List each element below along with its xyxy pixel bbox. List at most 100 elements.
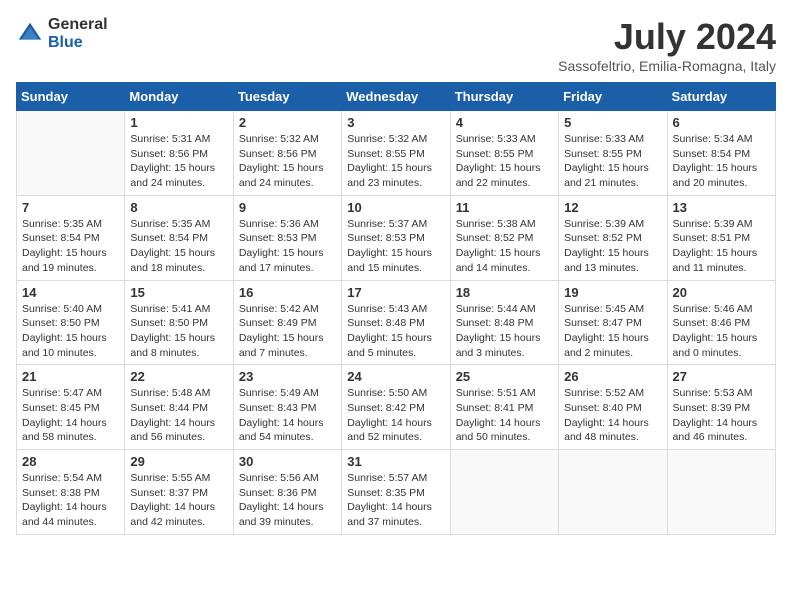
day-number: 10 bbox=[347, 200, 444, 215]
calendar-cell: 23 Sunrise: 5:49 AM Sunset: 8:43 PM Dayli… bbox=[233, 365, 341, 450]
calendar-week-row: 1 Sunrise: 5:31 AM Sunset: 8:56 PM Daylig… bbox=[17, 111, 776, 196]
day-info: Sunrise: 5:36 AM Sunset: 8:53 PM Dayligh… bbox=[239, 217, 336, 276]
day-number: 21 bbox=[22, 369, 119, 384]
calendar-cell: 25 Sunrise: 5:51 AM Sunset: 8:41 PM Dayli… bbox=[450, 365, 558, 450]
day-info: Sunrise: 5:38 AM Sunset: 8:52 PM Dayligh… bbox=[456, 217, 553, 276]
main-title: July 2024 bbox=[558, 16, 776, 58]
day-info: Sunrise: 5:46 AM Sunset: 8:46 PM Dayligh… bbox=[673, 302, 770, 361]
day-number: 24 bbox=[347, 369, 444, 384]
day-info: Sunrise: 5:41 AM Sunset: 8:50 PM Dayligh… bbox=[130, 302, 227, 361]
day-number: 25 bbox=[456, 369, 553, 384]
day-number: 6 bbox=[673, 115, 770, 130]
calendar-cell: 13Sunrise: 5:39 AM Sunset: 8:51 PM Dayli… bbox=[667, 195, 775, 280]
calendar-table: SundayMondayTuesdayWednesdayThursdayFrid… bbox=[16, 82, 776, 535]
calendar-cell: 20Sunrise: 5:46 AM Sunset: 8:46 PM Dayli… bbox=[667, 280, 775, 365]
day-info: Sunrise: 5:39 AM Sunset: 8:52 PM Dayligh… bbox=[564, 217, 661, 276]
calendar-cell: 19 Sunrise: 5:45 AM Sunset: 8:47 PM Dayli… bbox=[559, 280, 667, 365]
day-number: 18 bbox=[456, 285, 553, 300]
day-info: Sunrise: 5:50 AM Sunset: 8:42 PM Dayligh… bbox=[347, 386, 444, 445]
day-number: 23 bbox=[239, 369, 336, 384]
day-info: Sunrise: 5:33 AM Sunset: 8:55 PM Dayligh… bbox=[564, 132, 661, 191]
day-number: 8 bbox=[130, 200, 227, 215]
calendar-cell: 22Sunrise: 5:48 AM Sunset: 8:44 PM Dayli… bbox=[125, 365, 233, 450]
day-info: Sunrise: 5:45 AM Sunset: 8:47 PM Dayligh… bbox=[564, 302, 661, 361]
subtitle: Sassofeltrio, Emilia-Romagna, Italy bbox=[558, 58, 776, 74]
day-info: Sunrise: 5:57 AM Sunset: 8:35 PM Dayligh… bbox=[347, 471, 444, 530]
day-info: Sunrise: 5:48 AM Sunset: 8:44 PM Dayligh… bbox=[130, 386, 227, 445]
calendar-cell: 1 Sunrise: 5:31 AM Sunset: 8:56 PM Daylig… bbox=[125, 111, 233, 196]
day-info: Sunrise: 5:35 AM Sunset: 8:54 PM Dayligh… bbox=[22, 217, 119, 276]
day-info: Sunrise: 5:34 AM Sunset: 8:54 PM Dayligh… bbox=[673, 132, 770, 191]
day-number: 15 bbox=[130, 285, 227, 300]
day-info: Sunrise: 5:40 AM Sunset: 8:50 PM Dayligh… bbox=[22, 302, 119, 361]
calendar-cell: 8Sunrise: 5:35 AM Sunset: 8:54 PM Daylig… bbox=[125, 195, 233, 280]
day-info: Sunrise: 5:33 AM Sunset: 8:55 PM Dayligh… bbox=[456, 132, 553, 191]
calendar-cell: 7 Sunrise: 5:35 AM Sunset: 8:54 PM Daylig… bbox=[17, 195, 125, 280]
day-info: Sunrise: 5:44 AM Sunset: 8:48 PM Dayligh… bbox=[456, 302, 553, 361]
day-info: Sunrise: 5:49 AM Sunset: 8:43 PM Dayligh… bbox=[239, 386, 336, 445]
day-header-wednesday: Wednesday bbox=[342, 83, 450, 111]
day-info: Sunrise: 5:51 AM Sunset: 8:41 PM Dayligh… bbox=[456, 386, 553, 445]
day-header-tuesday: Tuesday bbox=[233, 83, 341, 111]
calendar-cell: 21 Sunrise: 5:47 AM Sunset: 8:45 PM Dayli… bbox=[17, 365, 125, 450]
day-info: Sunrise: 5:53 AM Sunset: 8:39 PM Dayligh… bbox=[673, 386, 770, 445]
calendar-cell: 15 Sunrise: 5:41 AM Sunset: 8:50 PM Dayli… bbox=[125, 280, 233, 365]
day-number: 30 bbox=[239, 454, 336, 469]
calendar-cell: 3 Sunrise: 5:32 AM Sunset: 8:55 PM Daylig… bbox=[342, 111, 450, 196]
day-info: Sunrise: 5:32 AM Sunset: 8:55 PM Dayligh… bbox=[347, 132, 444, 191]
day-header-monday: Monday bbox=[125, 83, 233, 111]
calendar-cell: 30 Sunrise: 5:56 AM Sunset: 8:36 PM Dayli… bbox=[233, 450, 341, 535]
day-info: Sunrise: 5:43 AM Sunset: 8:48 PM Dayligh… bbox=[347, 302, 444, 361]
calendar-cell: 11 Sunrise: 5:38 AM Sunset: 8:52 PM Dayli… bbox=[450, 195, 558, 280]
calendar-cell: 24 Sunrise: 5:50 AM Sunset: 8:42 PM Dayli… bbox=[342, 365, 450, 450]
day-number: 4 bbox=[456, 115, 553, 130]
calendar-cell: 28Sunrise: 5:54 AM Sunset: 8:38 PM Dayli… bbox=[17, 450, 125, 535]
calendar-week-row: 7 Sunrise: 5:35 AM Sunset: 8:54 PM Daylig… bbox=[17, 195, 776, 280]
day-number: 1 bbox=[130, 115, 227, 130]
day-number: 3 bbox=[347, 115, 444, 130]
calendar-cell: 14 Sunrise: 5:40 AM Sunset: 8:50 PM Dayli… bbox=[17, 280, 125, 365]
day-info: Sunrise: 5:52 AM Sunset: 8:40 PM Dayligh… bbox=[564, 386, 661, 445]
day-number: 2 bbox=[239, 115, 336, 130]
day-header-saturday: Saturday bbox=[667, 83, 775, 111]
day-number: 19 bbox=[564, 285, 661, 300]
calendar-cell: 29 Sunrise: 5:55 AM Sunset: 8:37 PM Dayli… bbox=[125, 450, 233, 535]
day-number: 31 bbox=[347, 454, 444, 469]
calendar-cell: 26Sunrise: 5:52 AM Sunset: 8:40 PM Dayli… bbox=[559, 365, 667, 450]
page-header: General Blue July 2024 Sassofeltrio, Emi… bbox=[16, 16, 776, 74]
day-info: Sunrise: 5:37 AM Sunset: 8:53 PM Dayligh… bbox=[347, 217, 444, 276]
day-number: 7 bbox=[22, 200, 119, 215]
calendar-cell: 10 Sunrise: 5:37 AM Sunset: 8:53 PM Dayli… bbox=[342, 195, 450, 280]
day-info: Sunrise: 5:31 AM Sunset: 8:56 PM Dayligh… bbox=[130, 132, 227, 191]
calendar-cell: 5Sunrise: 5:33 AM Sunset: 8:55 PM Daylig… bbox=[559, 111, 667, 196]
calendar-cell bbox=[450, 450, 558, 535]
day-header-sunday: Sunday bbox=[17, 83, 125, 111]
calendar-cell: 18 Sunrise: 5:44 AM Sunset: 8:48 PM Dayli… bbox=[450, 280, 558, 365]
day-info: Sunrise: 5:56 AM Sunset: 8:36 PM Dayligh… bbox=[239, 471, 336, 530]
day-number: 14 bbox=[22, 285, 119, 300]
day-number: 17 bbox=[347, 285, 444, 300]
day-info: Sunrise: 5:54 AM Sunset: 8:38 PM Dayligh… bbox=[22, 471, 119, 530]
calendar-week-row: 28Sunrise: 5:54 AM Sunset: 8:38 PM Dayli… bbox=[17, 450, 776, 535]
calendar-week-row: 14 Sunrise: 5:40 AM Sunset: 8:50 PM Dayli… bbox=[17, 280, 776, 365]
calendar-cell: 31 Sunrise: 5:57 AM Sunset: 8:35 PM Dayli… bbox=[342, 450, 450, 535]
day-info: Sunrise: 5:47 AM Sunset: 8:45 PM Dayligh… bbox=[22, 386, 119, 445]
day-header-thursday: Thursday bbox=[450, 83, 558, 111]
calendar-cell: 4 Sunrise: 5:33 AM Sunset: 8:55 PM Daylig… bbox=[450, 111, 558, 196]
day-number: 11 bbox=[456, 200, 553, 215]
logo-general: General bbox=[48, 16, 108, 34]
day-info: Sunrise: 5:39 AM Sunset: 8:51 PM Dayligh… bbox=[673, 217, 770, 276]
calendar-week-row: 21 Sunrise: 5:47 AM Sunset: 8:45 PM Dayli… bbox=[17, 365, 776, 450]
calendar-cell bbox=[559, 450, 667, 535]
calendar-cell: 9 Sunrise: 5:36 AM Sunset: 8:53 PM Daylig… bbox=[233, 195, 341, 280]
day-number: 27 bbox=[673, 369, 770, 384]
calendar-cell bbox=[667, 450, 775, 535]
day-info: Sunrise: 5:55 AM Sunset: 8:37 PM Dayligh… bbox=[130, 471, 227, 530]
calendar-cell: 17 Sunrise: 5:43 AM Sunset: 8:48 PM Dayli… bbox=[342, 280, 450, 365]
calendar-cell bbox=[17, 111, 125, 196]
day-header-friday: Friday bbox=[559, 83, 667, 111]
day-info: Sunrise: 5:42 AM Sunset: 8:49 PM Dayligh… bbox=[239, 302, 336, 361]
calendar-cell: 2Sunrise: 5:32 AM Sunset: 8:56 PM Daylig… bbox=[233, 111, 341, 196]
day-number: 29 bbox=[130, 454, 227, 469]
day-number: 9 bbox=[239, 200, 336, 215]
